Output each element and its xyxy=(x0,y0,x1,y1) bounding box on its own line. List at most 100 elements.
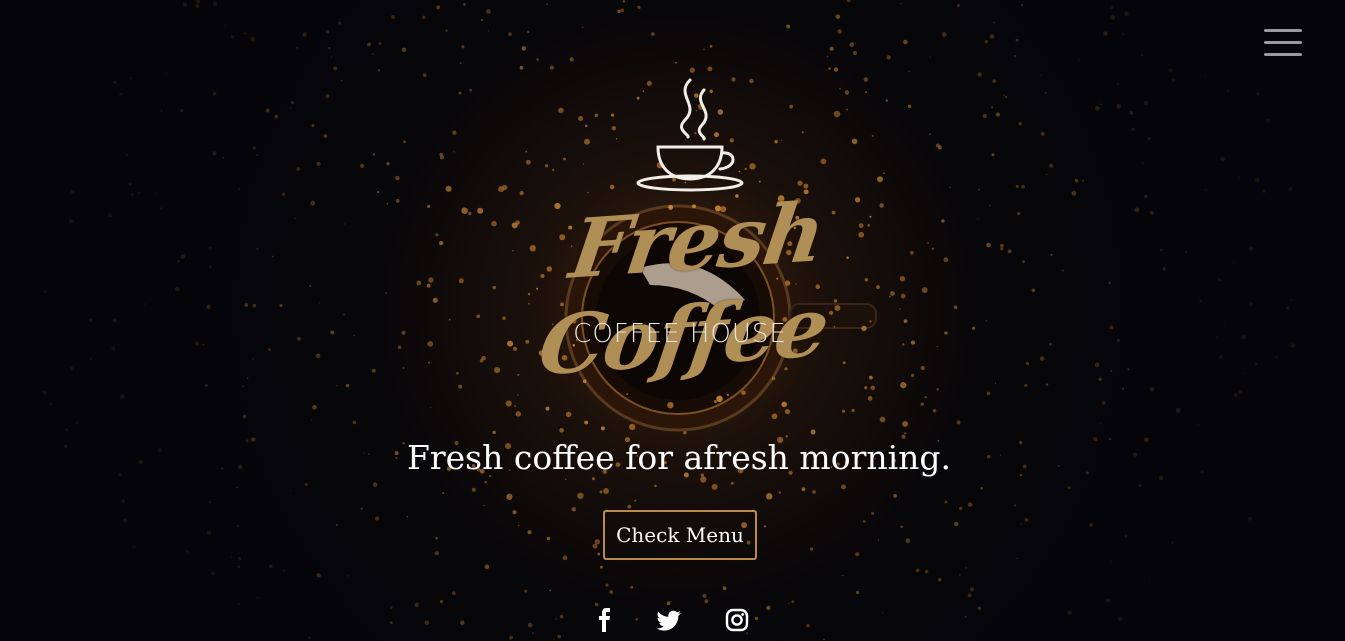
coffee-ground-particle xyxy=(526,30,530,34)
coffee-ground-particle xyxy=(316,573,321,578)
coffee-ground-particle xyxy=(667,402,674,409)
coffee-ground-particle xyxy=(230,34,235,39)
coffee-ground-particle xyxy=(635,617,639,621)
coffee-ground-particle xyxy=(347,575,349,577)
coffee-ground-particle xyxy=(352,420,357,425)
coffee-ground-particle xyxy=(231,556,233,558)
coffee-ground-particle xyxy=(304,482,308,487)
coffee-ground-particle xyxy=(333,66,338,71)
coffee-ground-particle xyxy=(406,515,409,518)
coffee-ground-particle xyxy=(1117,617,1123,622)
coffee-ground-particle xyxy=(1098,377,1102,381)
coffee-ground-particle xyxy=(403,140,406,144)
coffee-ground-particle xyxy=(159,207,163,211)
coffee-ground-particle xyxy=(713,399,717,404)
coffee-ground-particle xyxy=(308,636,311,640)
coffee-ground-particle xyxy=(68,219,73,224)
coffee-ground-particle xyxy=(670,600,672,602)
coffee-ground-particle xyxy=(1218,354,1223,359)
coffee-ground-particle xyxy=(506,493,513,500)
coffee-ground-particle xyxy=(557,634,562,639)
coffee-ground-particle xyxy=(810,429,816,435)
coffee-ground-particle xyxy=(160,109,163,112)
coffee-ground-particle xyxy=(965,567,967,569)
coffee-ground-particle xyxy=(209,266,212,268)
coffee-ground-particle xyxy=(1124,11,1129,16)
coffee-ground-particle xyxy=(704,599,709,604)
coffee-ground-particle xyxy=(532,632,534,634)
coffee-ground-particle xyxy=(1018,121,1022,126)
coffee-ground-particle xyxy=(343,313,345,316)
coffee-ground-particle xyxy=(1209,166,1211,169)
coffee-ground-particle xyxy=(1109,325,1114,330)
coffee-ground-particle xyxy=(360,507,363,510)
coffee-ground-particle xyxy=(592,543,598,549)
coffee-ground-particle xyxy=(130,77,133,80)
coffee-ground-particle xyxy=(1148,581,1151,583)
coffee-ground-particle xyxy=(902,420,909,427)
coffee-ground-particle xyxy=(1031,288,1036,293)
coffee-ground-particle xyxy=(978,188,981,191)
coffee-ground-particle xyxy=(154,192,157,195)
coffee-ground-particle xyxy=(871,511,875,515)
coffee-ground-particle xyxy=(995,382,997,384)
coffee-ground-particle xyxy=(130,193,134,196)
coffee-ground-particle xyxy=(244,303,249,307)
coffee-ground-particle xyxy=(345,383,350,388)
coffee-ground-particle xyxy=(1171,78,1176,82)
coffee-ground-particle xyxy=(439,599,444,604)
coffee-ground-particle xyxy=(599,490,603,494)
coffee-ground-particle xyxy=(626,393,629,396)
coffee-ground-particle xyxy=(512,510,517,515)
coffee-ground-particle xyxy=(1149,386,1155,392)
coffee-ground-particle xyxy=(630,585,634,589)
coffee-ground-particle xyxy=(989,204,991,206)
coffee-ground-particle xyxy=(236,524,240,528)
coffee-ground-particle xyxy=(986,242,991,248)
coffee-ground-particle xyxy=(395,175,400,181)
coffee-ground-particle xyxy=(75,421,78,424)
coffee-ground-particle xyxy=(1171,541,1174,544)
coffee-ground-particle xyxy=(1147,136,1151,140)
coffee-ground-particle xyxy=(435,536,438,540)
coffee-ground-particle xyxy=(451,591,456,596)
coffee-ground-particle xyxy=(1101,400,1106,405)
coffee-ground-particle xyxy=(424,620,430,626)
coffee-ground-particle xyxy=(766,605,771,611)
coffee-ground-particle xyxy=(340,79,343,82)
coffee-ground-particle xyxy=(716,395,723,403)
hamburger-menu-button[interactable] xyxy=(1262,26,1304,60)
coffee-ground-particle xyxy=(867,396,873,401)
coffee-ground-particle xyxy=(167,301,169,302)
coffee-ground-particle xyxy=(1078,59,1080,61)
coffee-ground-particle xyxy=(1214,231,1216,233)
facebook-link[interactable] xyxy=(591,606,619,634)
coffee-ground-particle xyxy=(703,48,705,51)
coffee-ground-particle xyxy=(1110,15,1115,20)
logo-script-text: Fresh Coffee xyxy=(533,184,834,395)
instagram-icon xyxy=(725,608,749,632)
coffee-ground-particle xyxy=(620,8,625,13)
coffee-ground-particle xyxy=(316,161,321,166)
coffee-ground-particle xyxy=(1233,392,1238,398)
coffee-ground-particle xyxy=(374,516,380,521)
coffee-ground-particle xyxy=(461,45,465,49)
instagram-link[interactable] xyxy=(723,606,751,634)
coffee-ground-particle xyxy=(250,37,255,42)
coffee-ground-particle xyxy=(515,411,522,417)
coffee-ground-particle xyxy=(205,384,208,387)
coffee-ground-particle xyxy=(1116,104,1121,109)
coffee-ground-particle xyxy=(784,408,791,415)
coffee-ground-particle xyxy=(666,601,671,606)
coffee-ground-particle xyxy=(609,590,614,594)
menu-bar xyxy=(1264,53,1302,56)
check-menu-button[interactable]: Check Menu xyxy=(603,510,757,560)
coffee-ground-particle xyxy=(1049,163,1054,168)
coffee-ground-particle xyxy=(637,5,641,10)
coffee-ground-particle xyxy=(422,15,426,19)
coffee-ground-particle xyxy=(1248,516,1252,521)
coffee-ground-particle xyxy=(1218,278,1222,282)
coffee-ground-particle xyxy=(932,408,937,413)
twitter-link[interactable] xyxy=(656,606,684,634)
coffee-ground-particle xyxy=(385,292,387,294)
